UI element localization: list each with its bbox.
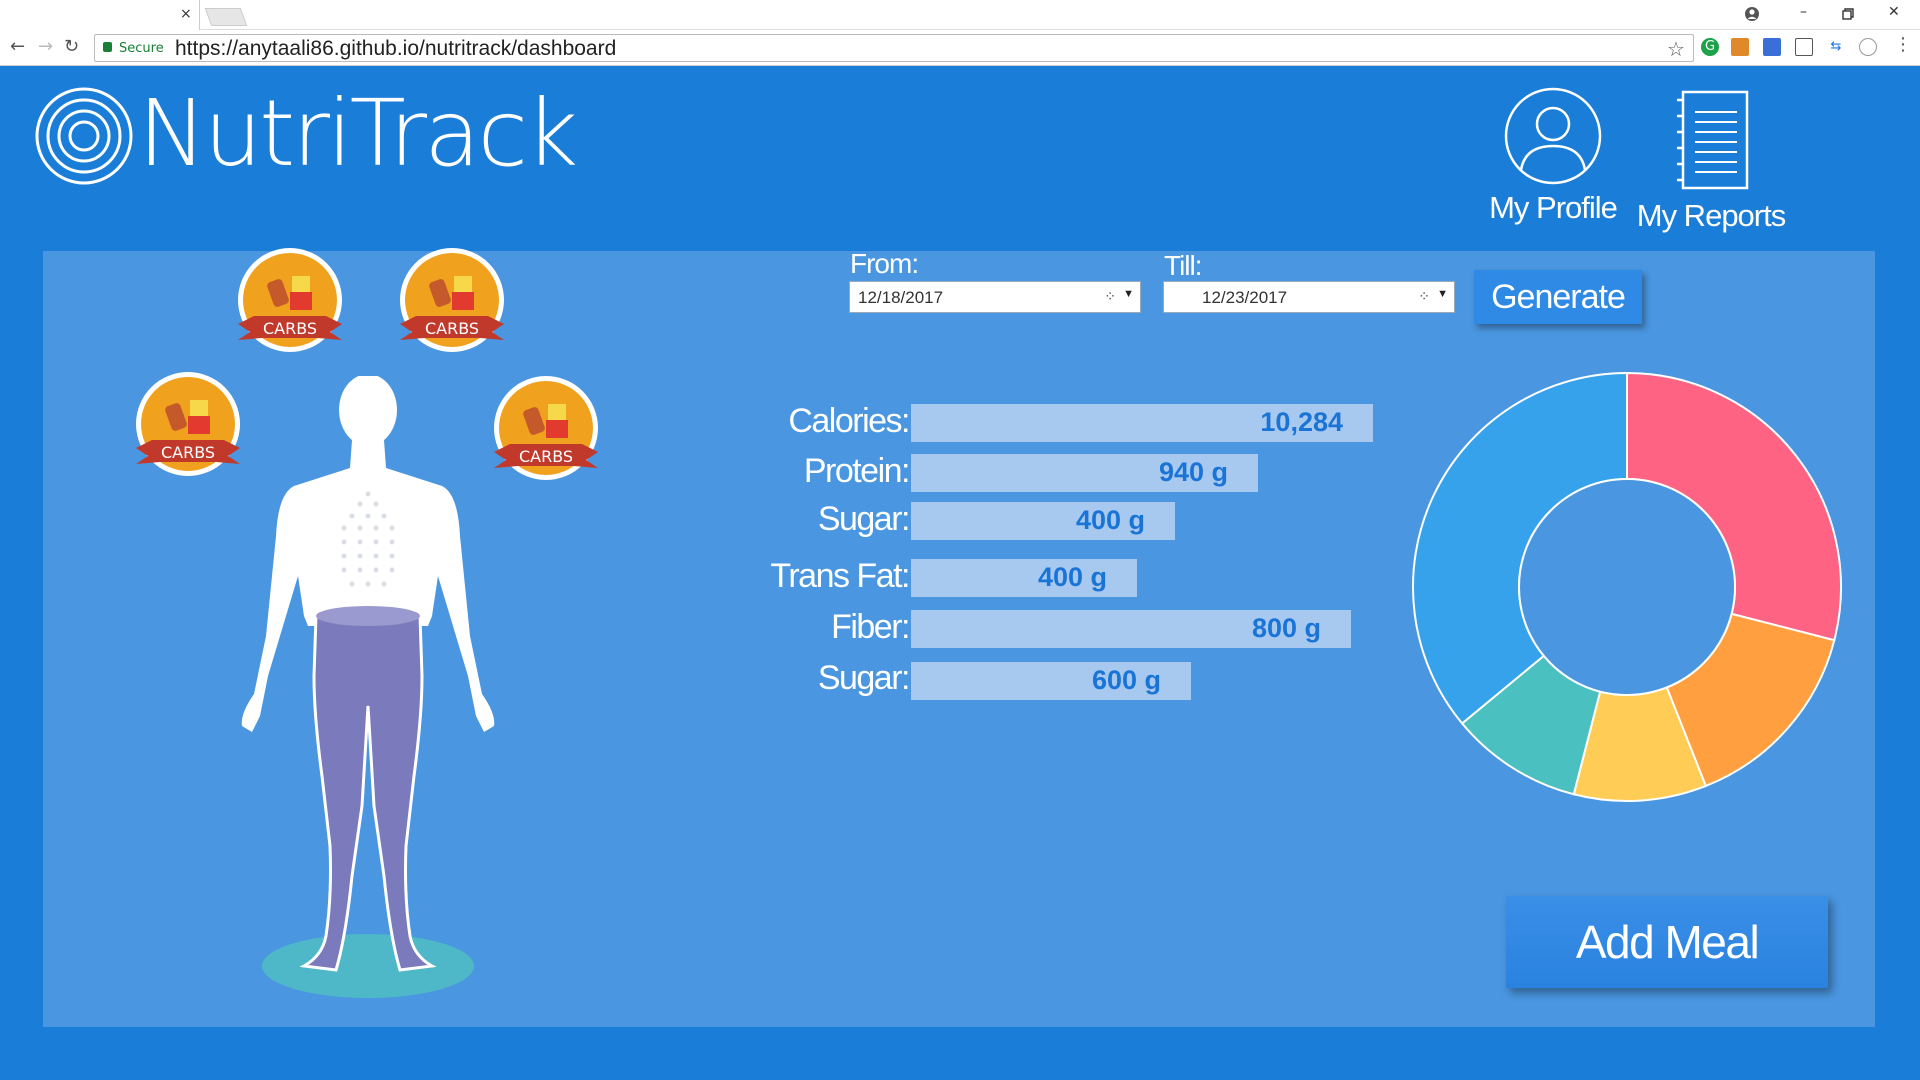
browser-tab[interactable]: ×	[0, 0, 200, 30]
back-icon[interactable]: ←	[10, 36, 25, 57]
stat-label: Protein:	[803, 452, 911, 490]
stat-bar: 600 g	[911, 662, 1191, 700]
restore-icon[interactable]	[1842, 8, 1854, 20]
url-field[interactable]: Secure https://anytaali86.github.io/nutr…	[94, 34, 1694, 62]
stat-label: Trans Fat:	[770, 557, 910, 595]
extension-icon[interactable]	[1731, 38, 1749, 56]
eyedropper-icon[interactable]	[1763, 38, 1781, 56]
body-figure-icon[interactable]	[218, 376, 518, 1004]
stat-value: 800 g	[1251, 613, 1321, 643]
till-date-value: 12/23/2017	[1202, 288, 1288, 307]
circle-extension-icon[interactable]	[1859, 38, 1877, 56]
carbs-badge-label: CARBS	[161, 443, 215, 462]
from-date-value: 12/18/2017	[858, 288, 944, 307]
stat-label: Calories:	[788, 402, 910, 440]
stat-label: Sugar:	[817, 500, 911, 538]
spinner-icon[interactable]: ⁘	[1104, 288, 1116, 305]
my-profile-link[interactable]: My Profile	[1486, 86, 1620, 226]
carbs-badge-icon[interactable]: CARBS	[234, 246, 346, 358]
till-date-input[interactable]: 12/23/2017 ⁘ ▼	[1163, 281, 1455, 313]
menu-icon[interactable]: ⋮	[1894, 34, 1912, 55]
reload-icon[interactable]: ↻	[64, 36, 79, 57]
minimize-icon[interactable]: –	[1800, 4, 1807, 20]
from-date-input[interactable]: 12/18/2017 ⁘ ▼	[849, 281, 1141, 313]
carbs-badge-label: CARBS	[263, 319, 317, 338]
url-text[interactable]: https://anytaali86.github.io/nutritrack/…	[175, 37, 616, 61]
grammarly-icon[interactable]: G	[1701, 38, 1719, 56]
generate-button[interactable]: Generate	[1474, 270, 1642, 324]
stat-bar: 400 g	[911, 502, 1175, 540]
add-meal-button[interactable]: Add Meal	[1506, 896, 1828, 988]
dropdown-arrow-icon[interactable]: ▼	[1437, 288, 1448, 300]
donut-hole	[1518, 478, 1736, 696]
stat-bar: 800 g	[911, 610, 1351, 648]
stat-value: 400 g	[1037, 562, 1107, 592]
stat-value: 940 g	[1158, 457, 1228, 487]
screenshot-icon[interactable]	[1795, 38, 1813, 56]
stat-label: Sugar:	[817, 659, 911, 697]
my-reports-label: My Reports	[1636, 198, 1786, 233]
brand-title[interactable]: NutriTrack	[138, 80, 578, 187]
stat-label: Fiber:	[831, 608, 910, 646]
spinner-icon[interactable]: ⁘	[1418, 288, 1430, 305]
stat-bar: 940 g	[911, 454, 1258, 492]
logo-rings-icon	[35, 87, 133, 185]
report-notebook-icon	[1677, 90, 1749, 190]
carbs-badge-icon[interactable]: CARBS	[396, 246, 508, 358]
swap-icon[interactable]: ⇆	[1827, 38, 1845, 56]
dropdown-arrow-icon[interactable]: ▼	[1123, 288, 1134, 300]
close-icon[interactable]: ✕	[1888, 4, 1900, 20]
nutrition-donut-chart[interactable]	[1410, 370, 1844, 804]
user-icon	[1504, 87, 1602, 185]
stat-value: 600 g	[1091, 665, 1161, 695]
browser-tab-bar: × – ✕	[0, 0, 1920, 30]
from-label: From:	[850, 248, 919, 279]
stat-value: 10,284	[1260, 407, 1343, 437]
secure-label: Secure	[119, 41, 164, 56]
my-reports-link[interactable]: My Reports	[1636, 86, 1786, 234]
new-tab-button[interactable]	[204, 8, 248, 26]
forward-icon[interactable]: →	[38, 36, 53, 57]
carbs-badge-label: CARBS	[425, 319, 479, 338]
stat-bar: 10,284	[911, 404, 1373, 442]
till-label: Till:	[1164, 250, 1203, 281]
lock-icon	[103, 42, 112, 52]
address-bar: ← → ↻ Secure https://anytaali86.github.i…	[0, 30, 1920, 66]
tab-close-icon[interactable]: ×	[180, 6, 192, 22]
stat-value: 400 g	[1075, 505, 1145, 535]
carbs-badge-label: CARBS	[519, 447, 573, 466]
stat-bar: 400 g	[911, 559, 1137, 597]
account-icon[interactable]	[1744, 6, 1760, 22]
my-profile-label: My Profile	[1489, 190, 1618, 225]
star-icon[interactable]: ☆	[1667, 37, 1685, 61]
